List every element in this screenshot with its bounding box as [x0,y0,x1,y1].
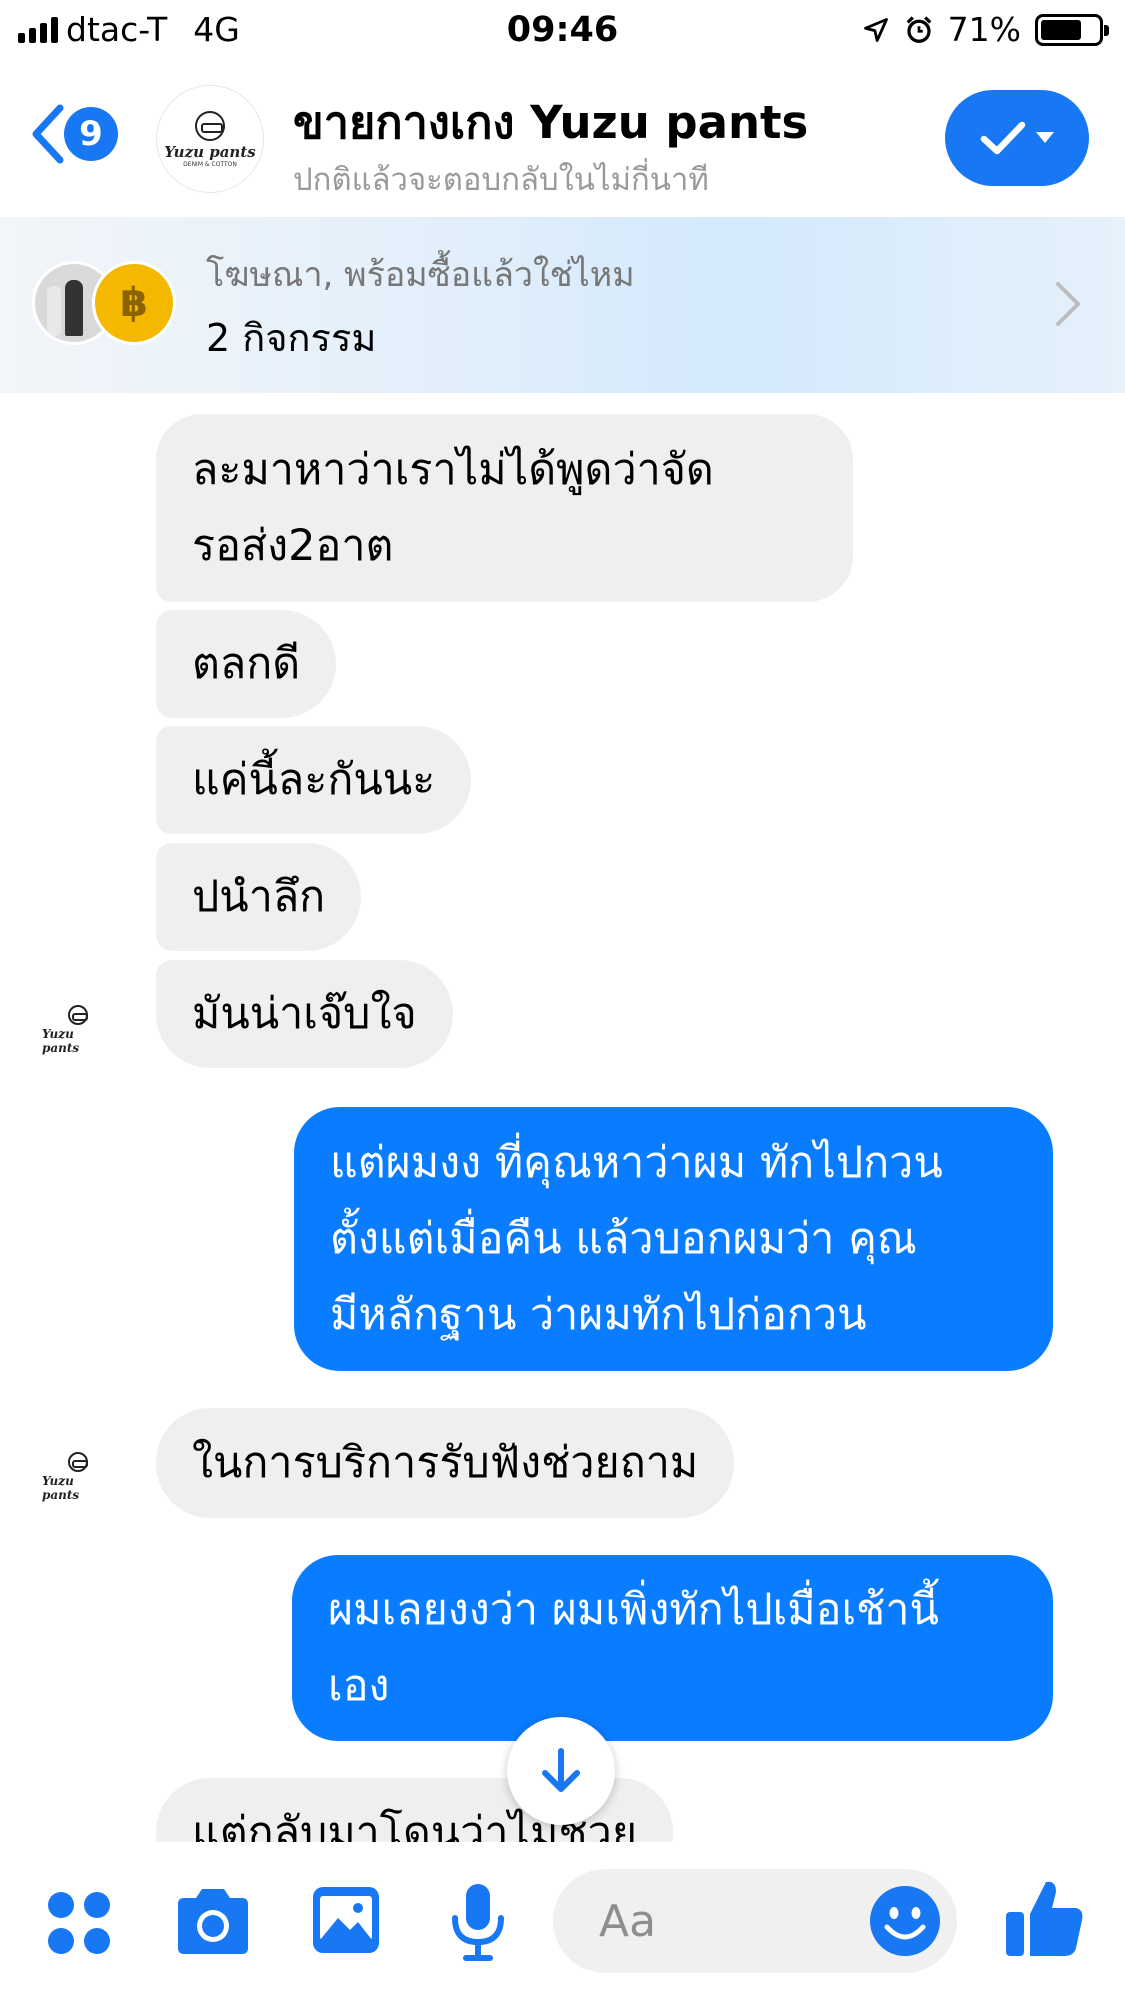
logo-face-icon [68,1005,88,1025]
back-button[interactable]: 9 [28,102,118,166]
message-line: ตั้งแต่เมื่อคืน แล้วบอกผมว่า คุณ [330,1214,917,1264]
battery-icon [1035,13,1109,46]
message-bubble-incoming[interactable]: ปนำลึก [156,843,362,951]
emoji-icon[interactable] [869,1885,941,1957]
message-line: เอง [328,1661,390,1711]
message-line: แต่ผมงง ที่คุณหาว่าผม ทักไปกวน [330,1138,943,1188]
avatar-logo-text: Yuzu pants [42,1474,80,1502]
battery-percent: 71% [947,10,1021,49]
message-bubble-incoming[interactable]: ในการบริการรับฟังช่วยถาม [156,1408,735,1518]
message-line: ผมเลยงงว่า ผมเพิ่งทักไปเมื่อเช้านี้ [328,1585,939,1635]
coin-icon: ฿ [92,261,176,345]
message-line: ละมาหาว่าเราไม่ได้พูดว่าจัด [192,445,714,495]
message-line: มีหลักฐาน ว่าผมทักไปก่อกวน [330,1290,867,1340]
sender-avatar[interactable]: Yuzu pants [42,1005,114,1055]
message-line: มันน่าเจ๊บใจ [192,989,417,1039]
message-line: ในการบริการรับฟังช่วยถาม [192,1438,699,1488]
sender-avatar[interactable]: Yuzu pants [42,1452,114,1502]
microphone-icon[interactable] [450,1882,506,1962]
ad-label: โฆษณา, พร้อมซื้อแล้วใช่ไหม [206,255,635,295]
message-input[interactable] [599,1869,859,1973]
message-line: แค่นี้ละกันนะ [192,755,436,805]
ad-activity-count: 2 กิจกรรม [206,316,377,360]
chat-header: 9 Yuzu pants DENIM & COTTON ขายกางเกง Yu… [0,62,1125,217]
battery-fill [1041,19,1081,40]
response-time-subtitle: ปกติแล้วจะตอบกลับในไม่กี่นาที [293,162,709,198]
camera-icon[interactable] [172,1886,254,1958]
message-composer[interactable] [553,1869,957,1973]
unread-count-badge: 9 [64,107,118,161]
check-icon [980,121,1026,155]
coin-symbol: ฿ [120,280,148,326]
message-bubble-incoming[interactable]: แค่นี้ละกันนะ [156,726,472,834]
avatar-logo-text: Yuzu pants [42,1027,80,1055]
photo-icon[interactable] [310,1884,382,1956]
scroll-to-bottom-button[interactable] [507,1717,615,1825]
dropdown-caret-icon [1036,132,1054,143]
composer-toolbar [0,1842,1125,2001]
page-title[interactable]: ขายกางเกง Yuzu pants [293,86,808,158]
ad-banner[interactable]: ฿ โฆษณา, พร้อมซื้อแล้วใช่ไหม 2 กิจกรรม [0,217,1125,393]
apps-grid-icon[interactable] [46,1890,112,1956]
page-avatar[interactable]: Yuzu pants DENIM & COTTON [157,86,263,192]
status-bar: dtac-T 4G 09:46 71% [0,0,1125,62]
logo-face-icon [68,1452,88,1472]
message-bubble-outgoing[interactable]: แต่ผมงง ที่คุณหาว่าผม ทักไปกวน ตั้งแต่เม… [294,1107,1053,1371]
location-arrow-icon [863,17,888,42]
message-bubble-outgoing[interactable]: ผมเลยงงว่า ผมเพิ่งทักไปเมื่อเช้านี้ เอง [292,1555,1053,1741]
logo-face-icon [195,110,225,141]
mark-done-button[interactable] [945,90,1089,186]
message-line: รอส่ง2อาต [192,521,394,571]
status-right: 71% [862,10,1109,49]
message-bubble-incoming[interactable]: มันน่าเจ๊บใจ [156,960,453,1068]
avatar-logo-text: Yuzu pants [164,142,256,161]
alarm-icon [906,15,932,43]
back-chevron-icon [32,104,64,164]
arrow-down-icon [542,1748,580,1792]
avatar-logo-subtext: DENIM & COTTON [183,160,237,168]
chevron-right-icon [1056,282,1080,326]
thumbs-up-icon[interactable] [1004,1876,1086,1958]
message-line: ปนำลึก [192,872,326,922]
message-bubble-incoming[interactable]: ละมาหาว่าเราไม่ได้พูดว่าจัด รอส่ง2อาต [156,414,853,602]
message-line: ตลกดี [192,639,301,689]
message-bubble-incoming[interactable]: ตลกดี [156,610,337,718]
